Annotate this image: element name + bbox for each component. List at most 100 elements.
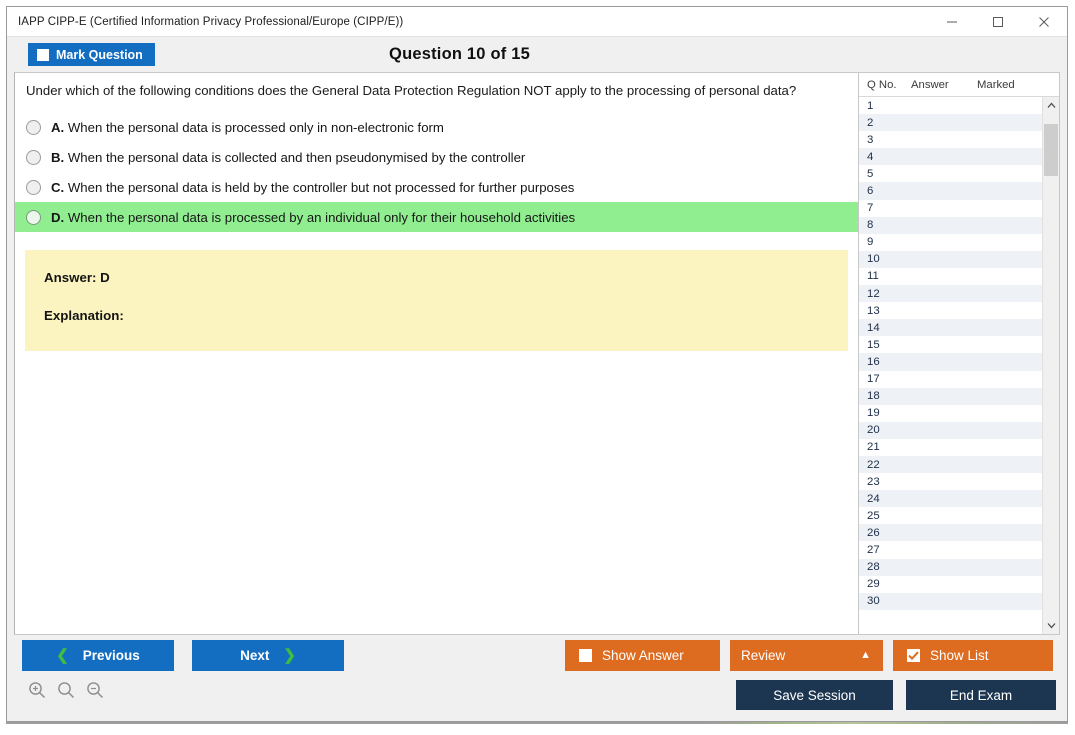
scroll-up-icon[interactable] — [1043, 97, 1059, 114]
question-list-cell-no: 11 — [867, 270, 879, 283]
zoom-out-icon[interactable] — [85, 680, 105, 705]
review-dropdown[interactable]: Review ▲ — [730, 640, 883, 671]
zoom-reset-icon[interactable] — [56, 680, 76, 705]
question-list-cell-no: 8 — [867, 219, 874, 232]
question-list-header: Q No. Answer Marked — [859, 73, 1059, 97]
question-list-cell-no: 9 — [867, 236, 874, 249]
question-list-row[interactable]: 26 — [859, 524, 1042, 542]
question-list-row[interactable]: 25 — [859, 507, 1042, 524]
question-list-row[interactable]: 12 — [859, 285, 1042, 303]
end-exam-label: End Exam — [949, 687, 1013, 703]
question-list-row[interactable]: 17 — [859, 371, 1042, 388]
close-icon[interactable] — [1021, 7, 1067, 36]
answer-option-letter: C. — [51, 179, 65, 195]
zoom-in-icon[interactable] — [27, 680, 47, 705]
show-answer-checkbox-icon — [579, 649, 592, 662]
question-list-cell-no: 28 — [867, 561, 880, 574]
answer-option-text: When the personal data is collected and … — [67, 149, 526, 165]
question-list-row[interactable]: 8 — [859, 216, 1042, 234]
maximize-icon[interactable] — [975, 7, 1021, 36]
question-list-row[interactable]: 15 — [859, 336, 1042, 353]
column-header-marked: Marked — [977, 78, 1015, 91]
question-list-row[interactable]: 29 — [859, 576, 1042, 593]
question-list-row[interactable]: 2 — [859, 114, 1042, 132]
answer-option-d[interactable]: D. When the personal data is processed b… — [15, 202, 858, 233]
explanation-label: Explanation: — [44, 308, 124, 324]
question-list-row[interactable]: 7 — [859, 200, 1042, 217]
scrollbar-thumb[interactable] — [1044, 124, 1058, 176]
question-list-cell-no: 1 — [867, 99, 874, 112]
save-session-label: Save Session — [773, 687, 856, 703]
scrollbar-track[interactable] — [1043, 114, 1059, 617]
show-list-checkbox-icon — [907, 649, 920, 662]
question-list-row[interactable]: 6 — [859, 182, 1042, 200]
question-list-row[interactable]: 21 — [859, 439, 1042, 456]
question-list-cell-no: 24 — [867, 492, 880, 505]
question-list-scrollbar[interactable] — [1042, 97, 1059, 634]
answer-option-letter: B. — [51, 149, 65, 165]
radio-button-icon[interactable] — [26, 149, 41, 165]
window-controls — [929, 7, 1067, 36]
answer-option-a[interactable]: A. When the personal data is processed o… — [15, 112, 858, 142]
question-list-cell-no: 23 — [867, 475, 880, 488]
chevron-right-icon: ❯ — [283, 647, 296, 664]
question-list-row[interactable]: 10 — [859, 250, 1042, 268]
question-list-row[interactable]: 24 — [859, 490, 1042, 508]
radio-button-icon[interactable] — [26, 119, 41, 135]
question-list-row[interactable]: 20 — [859, 421, 1042, 439]
answer-option-label: D. When the personal data is processed b… — [51, 210, 575, 225]
next-button-label: Next — [240, 648, 270, 663]
question-list-row[interactable]: 28 — [859, 558, 1042, 576]
question-list-row[interactable]: 13 — [859, 302, 1042, 319]
question-list-cell-no: 2 — [867, 116, 874, 129]
show-answer-button[interactable]: Show Answer — [565, 640, 720, 671]
exam-window: IAPP CIPP-E (Certified Information Priva… — [6, 6, 1068, 722]
question-list-cell-no: 26 — [867, 526, 880, 539]
window-bottom-edge — [6, 722, 1068, 724]
answer-option-b[interactable]: B. When the personal data is collected a… — [15, 142, 858, 172]
question-list-cell-no: 27 — [867, 543, 880, 556]
show-list-label: Show List — [930, 648, 989, 663]
question-list-cell-no: 20 — [867, 424, 880, 437]
question-list-row[interactable]: 14 — [859, 319, 1042, 337]
question-list-row[interactable]: 27 — [859, 541, 1042, 558]
next-button[interactable]: Next ❯ — [192, 640, 344, 671]
question-list-row[interactable]: 18 — [859, 387, 1042, 405]
question-list-cell-no: 14 — [867, 321, 880, 334]
radio-button-icon[interactable] — [26, 209, 41, 225]
question-list-row[interactable]: 5 — [859, 165, 1042, 182]
question-list-cell-no: 13 — [867, 304, 880, 317]
question-list-row[interactable]: 4 — [859, 148, 1042, 166]
footer-toolbar: ❮ Previous Next ❯ Show Answer Review ▲ S… — [7, 635, 1067, 721]
scroll-down-icon[interactable] — [1043, 617, 1059, 634]
answer-option-letter: A. — [51, 119, 65, 135]
question-list-cell-no: 12 — [867, 287, 880, 300]
radio-button-icon[interactable] — [26, 179, 41, 195]
question-list-row[interactable]: 3 — [859, 131, 1042, 148]
question-list-panel: Q No. Answer Marked 1 2 3 4 5 6 7 8 9 10 11 12 13 14 1… — [859, 72, 1060, 635]
answer-option-label: B. When the personal data is collected a… — [51, 150, 525, 165]
question-list-row[interactable]: 9 — [859, 234, 1042, 251]
question-list-cell-no: 16 — [867, 355, 880, 368]
minimize-icon[interactable] — [929, 7, 975, 36]
save-session-button[interactable]: Save Session — [736, 680, 893, 710]
question-list-cell-no: 7 — [867, 202, 874, 215]
answer-option-text: When the personal data is held by the co… — [67, 179, 575, 195]
zoom-toolbar — [27, 680, 105, 705]
answer-option-letter: D. — [51, 209, 65, 225]
question-list-row[interactable]: 23 — [859, 473, 1042, 490]
end-exam-button[interactable]: End Exam — [906, 680, 1056, 710]
previous-button[interactable]: ❮ Previous — [22, 640, 174, 671]
question-list-row[interactable]: 11 — [859, 268, 1042, 285]
question-list-body: 1 2 3 4 5 6 7 8 9 10 11 12 13 14 15 16 17 18 19 20 21 22 23 24 2… — [859, 97, 1059, 634]
review-label: Review — [741, 648, 786, 663]
question-list-row[interactable]: 22 — [859, 455, 1042, 474]
answer-option-c[interactable]: C. When the personal data is held by the… — [15, 172, 858, 202]
question-list-row[interactable]: 30 — [859, 592, 1042, 610]
question-list-row[interactable]: 16 — [859, 353, 1042, 371]
question-list-row[interactable]: 1 — [859, 97, 1042, 114]
question-counter-text: Question 10 of 15 — [389, 45, 530, 63]
question-list-row[interactable]: 19 — [859, 405, 1042, 422]
show-list-button[interactable]: Show List — [893, 640, 1053, 671]
answer-option-text: When the personal data is processed only… — [67, 119, 444, 135]
